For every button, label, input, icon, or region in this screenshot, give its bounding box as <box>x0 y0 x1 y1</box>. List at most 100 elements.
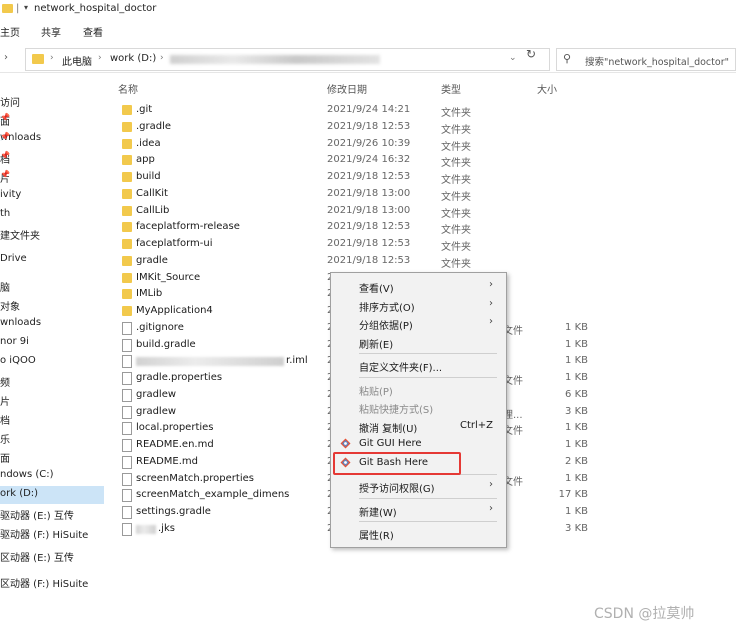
nav-item[interactable]: ork (D:) <box>0 486 104 504</box>
pin-icon: 📌 <box>0 170 10 179</box>
menu-item-label: 新建(W) <box>359 507 397 519</box>
nav-item[interactable]: 区动器 (F:) HiSuite <box>0 573 104 591</box>
file-row[interactable]: CallKit 2021/9/18 13:00 文件夹 <box>118 186 736 203</box>
file-type: 文件夹 <box>441 259 471 270</box>
pin-icon: 📌 <box>0 132 10 141</box>
menu-item-p[interactable]: 分组依据(P) › <box>332 314 505 332</box>
file-icon <box>122 473 132 486</box>
file-row[interactable]: app 2021/9/24 16:32 文件夹 <box>118 152 736 169</box>
file-icon <box>122 372 132 385</box>
nav-item[interactable]: 片 <box>0 391 104 409</box>
nav-item-label: 频 <box>0 378 10 389</box>
breadcrumb-work-drive[interactable]: work (D:) <box>110 53 156 64</box>
file-name: CallKit <box>136 188 168 199</box>
nav-item[interactable]: wnloads 📌 <box>0 130 104 148</box>
folder-icon <box>122 105 132 115</box>
file-date: 2021/9/18 13:00 <box>327 205 411 216</box>
column-header-name[interactable]: 名称 <box>118 81 138 96</box>
address-row: › › 此电脑 › work (D:) › ⌄ ↻ ⚲ 搜索"network_h… <box>0 44 736 73</box>
file-date: 2021/9/24 16:32 <box>327 154 411 165</box>
menu-item-f[interactable]: 自定义文件夹(F)... <box>332 356 505 374</box>
file-date: 2021/9/18 13:00 <box>327 188 411 199</box>
chevron-right-icon[interactable]: › <box>98 53 102 63</box>
folder-icon <box>32 54 44 64</box>
file-icon <box>122 506 132 519</box>
nav-item[interactable]: 档 <box>0 410 104 428</box>
nav-item[interactable]: 区动器 (E:) 互传 <box>0 547 104 565</box>
nav-item[interactable]: 档 📌 <box>0 149 104 167</box>
menu-item-w[interactable]: 新建(W) › <box>332 501 505 519</box>
chevron-right-icon[interactable]: › <box>160 53 164 63</box>
chevron-down-icon[interactable]: ⌄ <box>509 53 517 63</box>
menu-item-o[interactable]: 排序方式(O) › <box>332 296 505 314</box>
file-icon <box>122 322 132 335</box>
menu-item-s: 粘贴快捷方式(S) <box>332 398 505 416</box>
menu-item-u[interactable]: 撤消 复制(U) Ctrl+Z <box>332 417 505 435</box>
nav-item[interactable]: ndows (C:) <box>0 467 104 485</box>
file-name: IMKit_Source <box>136 272 201 283</box>
nav-item[interactable]: 面 <box>0 448 104 466</box>
nav-item[interactable]: 片 📌 <box>0 168 104 186</box>
file-row[interactable]: faceplatform-release 2021/9/18 12:53 文件夹 <box>118 219 736 236</box>
quick-access-dropdown-icon[interactable]: ▾ <box>24 3 28 12</box>
file-row[interactable]: faceplatform-ui 2021/9/18 12:53 文件夹 <box>118 236 736 253</box>
nav-item[interactable]: 建文件夹 <box>0 225 104 243</box>
search-input[interactable]: ⚲ 搜索"network_hospital_doctor" <box>556 48 736 71</box>
nav-item[interactable]: 乐 <box>0 429 104 447</box>
column-header-size[interactable]: 大小 <box>537 81 557 96</box>
tab-view[interactable]: 查看 <box>83 24 103 39</box>
menu-shortcut: Ctrl+Z <box>460 419 494 431</box>
menu-separator <box>359 376 497 378</box>
menu-item-label: 分组依据(P) <box>359 321 413 332</box>
column-header-date[interactable]: 修改日期 <box>327 81 367 96</box>
nav-item[interactable]: Drive <box>0 251 104 269</box>
nav-item[interactable]: 对象 <box>0 296 104 314</box>
tab-share[interactable]: 共享 <box>41 24 61 39</box>
tab-home[interactable]: 主页 <box>0 24 20 39</box>
nav-item[interactable]: 访问 <box>0 92 104 110</box>
file-icon <box>122 489 132 502</box>
file-size: 1 KB <box>565 473 588 484</box>
folder-icon <box>122 206 132 216</box>
file-row[interactable]: .gradle 2021/9/18 12:53 文件夹 <box>118 119 736 136</box>
blurred-breadcrumb <box>170 55 380 64</box>
file-size: 1 KB <box>565 506 588 517</box>
file-row[interactable]: build 2021/9/18 12:53 文件夹 <box>118 169 736 186</box>
breadcrumb-this-pc[interactable]: 此电脑 <box>62 53 92 68</box>
file-size: 1 KB <box>565 322 588 333</box>
file-name: .gitignore <box>136 322 184 333</box>
menu-item-git-gui-here[interactable]: Git GUI Here <box>332 435 505 453</box>
nav-item[interactable]: th <box>0 206 104 224</box>
file-row[interactable]: CallLib 2021/9/18 13:00 文件夹 <box>118 203 736 220</box>
nav-item[interactable]: 频 <box>0 372 104 390</box>
nav-item[interactable]: nor 9i <box>0 334 104 352</box>
nav-item[interactable]: wnloads <box>0 315 104 333</box>
file-row[interactable]: .git 2021/9/24 14:21 文件夹 <box>118 102 736 119</box>
nav-item[interactable]: 驱动器 (E:) 互传 <box>0 505 104 523</box>
folder-icon <box>122 122 132 132</box>
nav-item[interactable]: 驱动器 (F:) HiSuite <box>0 524 104 542</box>
search-placeholder: 搜索"network_hospital_doctor" <box>585 57 729 68</box>
menu-item-e[interactable]: 刷新(E) <box>332 333 505 351</box>
nav-item[interactable]: ivity <box>0 187 104 205</box>
column-header-type[interactable]: 类型 <box>441 81 461 96</box>
nav-item-label: 面 <box>0 454 10 465</box>
folder-icon <box>122 155 132 165</box>
file-row[interactable]: gradle 2021/9/18 12:53 文件夹 <box>118 253 736 270</box>
chevron-right-icon[interactable]: › <box>50 53 54 63</box>
menu-item-label: 查看(V) <box>359 284 394 295</box>
file-name: .jks <box>158 523 175 534</box>
menu-item-g[interactable]: 授予访问权限(G) › <box>332 477 505 495</box>
file-name: README.md <box>136 456 199 467</box>
file-name: screenMatch_example_dimens <box>136 489 290 500</box>
nav-item[interactable]: 面 📌 <box>0 111 104 129</box>
watermark: CSDN @拉莫帅 <box>594 606 695 622</box>
up-arrow-icon[interactable]: › <box>4 52 8 63</box>
refresh-icon[interactable]: ↻ <box>526 47 536 61</box>
nav-item[interactable]: 脑 <box>0 277 104 295</box>
file-row[interactable]: .idea 2021/9/26 10:39 文件夹 <box>118 136 736 153</box>
menu-item-v[interactable]: 查看(V) › <box>332 277 505 295</box>
menu-item-r[interactable]: 属性(R) <box>332 524 505 542</box>
address-bar[interactable]: › 此电脑 › work (D:) › ⌄ <box>25 48 550 71</box>
nav-item[interactable]: o iQOO <box>0 353 104 371</box>
